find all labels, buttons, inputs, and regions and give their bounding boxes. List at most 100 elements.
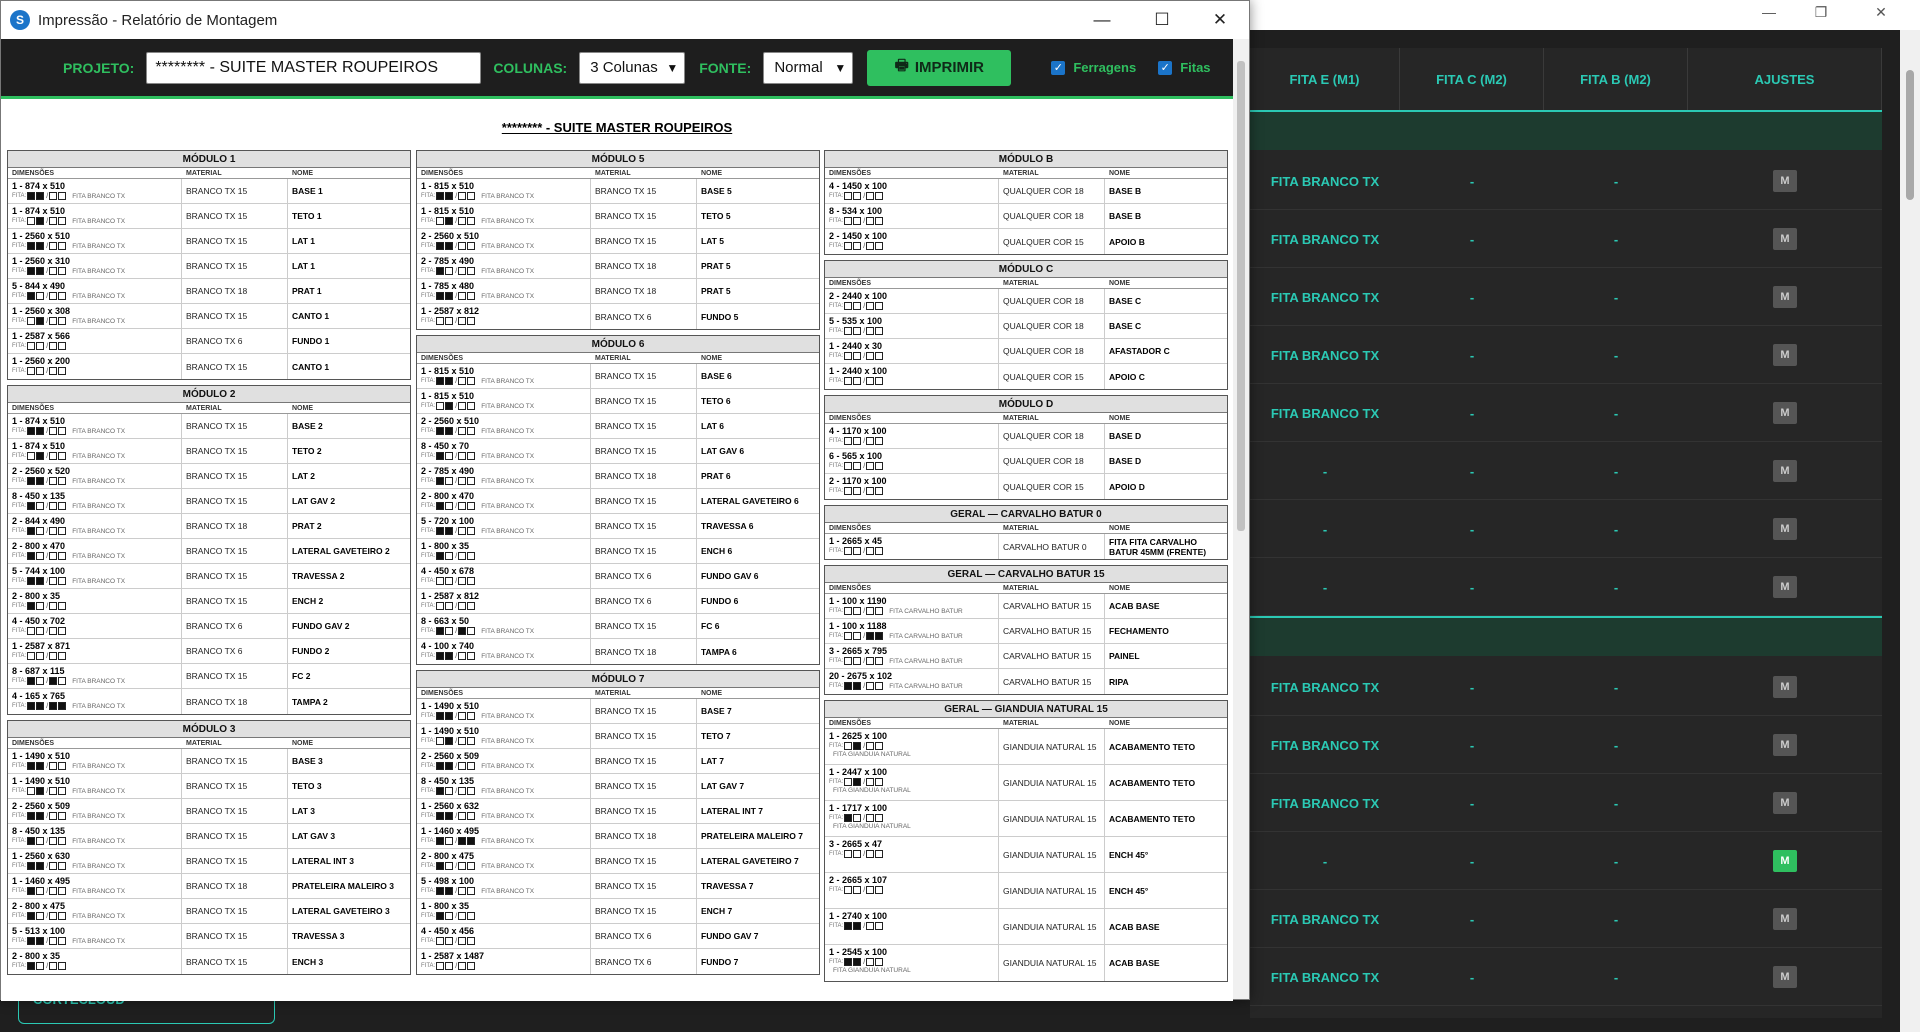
dimension-value: 1 - 2560 x 310	[12, 256, 71, 266]
projeto-label: PROJETO:	[63, 59, 135, 76]
edge-square-icon	[445, 602, 454, 610]
fita-label: FITA:	[12, 913, 27, 919]
adjust-m-button[interactable]: M	[1773, 676, 1797, 698]
bg-table-row[interactable]: ---M	[1250, 832, 1882, 890]
bg-table-row[interactable]: ---M	[1250, 558, 1882, 616]
print-button[interactable]: 🖶 IMPRIMIR	[867, 49, 1012, 86]
dimension-cell: 2 - 2560 x 510 FITA: / FITA BRANCO TX	[417, 229, 591, 253]
bg-minimize-icon[interactable]: —	[1746, 4, 1792, 26]
bg-column-header[interactable]: FITA E (M1)	[1250, 48, 1400, 110]
fita-label: FITA:	[421, 888, 436, 894]
edge-square-icon	[436, 377, 445, 385]
edge-square-icon	[36, 962, 45, 970]
bg-table-row[interactable]: FITA BRANCO TX - - M	[1250, 210, 1882, 268]
bg-table-row[interactable]: FITA BRANCO TX - - M	[1250, 948, 1882, 1006]
close-icon[interactable]: ✕	[1191, 1, 1249, 39]
bg-column-header[interactable]: FITA C (M2)	[1400, 48, 1544, 110]
dimension-cell: 1 - 100 x 1190 FITA: / FITA CARVALHO BATUR	[825, 594, 999, 618]
edge-square-icon	[58, 502, 67, 510]
edge-tape-indicator: FITA: /	[829, 461, 998, 471]
adjust-m-button[interactable]: M	[1773, 460, 1797, 482]
background-scroll-thumb[interactable]	[1906, 70, 1914, 200]
adjust-m-button[interactable]: M	[1773, 792, 1797, 814]
ferragens-checkbox[interactable]: ✓	[1051, 60, 1066, 75]
print-toolbar: PROJETO: ******** - SUITE MASTER ROUPEIR…	[1, 39, 1233, 99]
fitas-checkbox[interactable]: ✓	[1158, 60, 1173, 75]
module-title: MÓDULO D	[825, 396, 1227, 413]
dialog-scroll-thumb[interactable]	[1237, 61, 1245, 531]
bg-table-row[interactable]: ---M	[1250, 442, 1882, 500]
adjust-m-button[interactable]: M	[1773, 402, 1797, 424]
bg-close-icon[interactable]: ✕	[1858, 4, 1904, 26]
bg-table-row[interactable]: FITA BRANCO TX - - M	[1250, 268, 1882, 326]
dialog-scrollbar[interactable]	[1233, 39, 1249, 999]
fita-label: FITA:	[421, 813, 436, 819]
bg-table-row[interactable]: FITA BRANCO TX - - M	[1250, 774, 1882, 832]
separator: /	[455, 912, 458, 920]
table-row: 20 - 2675 x 102 FITA: / FITA CARVALHO BATUR…	[825, 669, 1227, 694]
bg-cell-fita-b: -	[1613, 289, 1619, 305]
adjust-m-button[interactable]: M	[1773, 966, 1797, 988]
material-cell: BRANCO TX 15	[591, 749, 697, 773]
bg-restore-icon[interactable]: ❐	[1798, 4, 1844, 26]
dimension-cell: 8 - 663 x 50 FITA: / FITA BRANCO TX	[417, 614, 591, 638]
nome-cell: TRAVESSA 2	[292, 571, 345, 581]
bg-table-row[interactable]: FITA BRANCO TX - - M	[1250, 890, 1882, 948]
edge-tape-indicator: FITA: / FITA BRANCO TX	[421, 216, 590, 226]
edge-square-icon	[436, 217, 445, 225]
minimize-icon[interactable]: —	[1073, 1, 1131, 39]
material-cell: GIANDUIA NATURAL 15	[999, 729, 1105, 764]
nome-cell: PRAT 5	[701, 286, 731, 296]
table-row: 1 - 2625 x 100 FITA: / FITA GIANDUIA NATURA…	[825, 729, 1227, 765]
bg-cell-fita-c: -	[1469, 579, 1475, 595]
bg-column-header[interactable]: AJUSTES	[1688, 48, 1882, 110]
dimension-value: 1 - 2665 x 45	[829, 536, 883, 546]
edge-square-icon	[49, 292, 58, 300]
adjust-m-button[interactable]: M	[1773, 734, 1797, 756]
fita-label: FITA:	[829, 438, 844, 444]
edge-tape-indicator: FITA: / FITA BRANCO TX	[421, 711, 590, 721]
adjust-m-button[interactable]: M	[1773, 228, 1797, 250]
edge-square-icon	[458, 912, 467, 920]
dimension-cell: 1 - 2560 x 630 FITA: / FITA BRANCO TX	[8, 849, 182, 873]
separator: /	[455, 937, 458, 945]
edge-square-icon	[853, 437, 862, 445]
fita-name: FITA BRANCO TX	[481, 192, 535, 200]
dimension-cell: 4 - 1450 x 100 FITA: /	[825, 179, 999, 203]
edge-square-icon	[467, 427, 476, 435]
separator: /	[46, 652, 49, 660]
dimension-cell: 1 - 2440 x 30 FITA: /	[825, 339, 999, 363]
bg-table-row[interactable]: ---M	[1250, 500, 1882, 558]
edge-square-icon	[36, 192, 45, 200]
dimension-cell: 2 - 800 x 475 FITA: / FITA BRANCO TX	[417, 849, 591, 873]
material-cell: BRANCO TX 15	[182, 949, 288, 974]
adjust-m-button[interactable]: M	[1773, 518, 1797, 540]
table-row: 2 - 785 x 490 FITA: / FITA BRANCO TX BRANCO …	[417, 254, 819, 279]
bg-table-row[interactable]: FITA BRANCO TX - - M	[1250, 716, 1882, 774]
adjust-m-button[interactable]: M	[1773, 576, 1797, 598]
dimension-value: 1 - 815 x 510	[421, 366, 475, 376]
bg-table-row[interactable]: FITA BRANCO TX - - M	[1250, 658, 1882, 716]
bg-column-header[interactable]: FITA B (M2)	[1544, 48, 1688, 110]
adjust-m-button[interactable]: M	[1773, 908, 1797, 930]
separator: /	[46, 812, 49, 820]
edge-square-icon	[445, 652, 454, 660]
colunas-select[interactable]: 3 Colunas ▼	[579, 51, 686, 84]
projeto-input[interactable]: ******** - SUITE MASTER ROUPEIROS	[146, 51, 482, 84]
maximize-icon[interactable]: ☐	[1133, 1, 1191, 39]
edge-square-icon	[853, 958, 862, 966]
fonte-select[interactable]: Normal ▼	[763, 51, 854, 84]
adjust-m-button[interactable]: M	[1773, 344, 1797, 366]
fita-label: FITA:	[421, 628, 436, 634]
fita-name: FITA BRANCO TX	[72, 192, 126, 200]
bg-table-row[interactable]: FITA BRANCO TX - - M	[1250, 152, 1882, 210]
background-scrollbar[interactable]	[1900, 30, 1920, 1032]
edge-square-icon	[49, 762, 58, 770]
adjust-m-button[interactable]: M	[1773, 850, 1797, 872]
bg-table-row[interactable]: FITA BRANCO TX - - M	[1250, 326, 1882, 384]
material-cell: GIANDUIA NATURAL 15	[999, 837, 1105, 872]
adjust-m-button[interactable]: M	[1773, 170, 1797, 192]
nome-cell: TAMPA 6	[701, 646, 737, 657]
bg-table-row[interactable]: FITA BRANCO TX - - M	[1250, 384, 1882, 442]
adjust-m-button[interactable]: M	[1773, 286, 1797, 308]
